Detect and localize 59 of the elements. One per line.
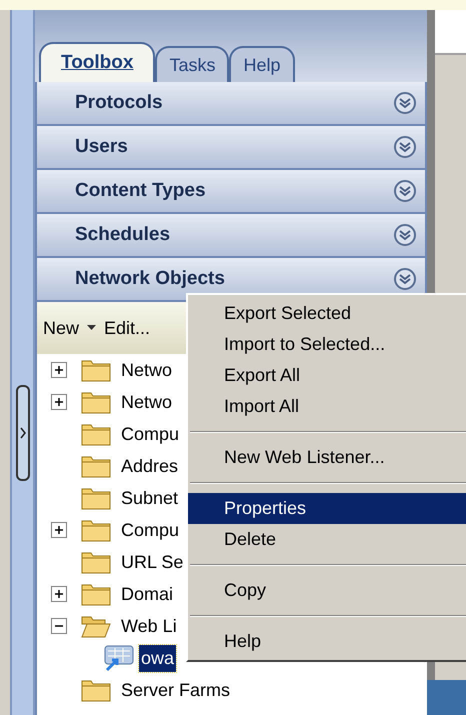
tab[interactable]: Toolbox [39,42,156,82]
section-title: Content Types [75,178,206,203]
tree-item[interactable]: Netwo [119,388,174,416]
menu-item[interactable]: Import to Selected... [188,329,466,360]
folder-icon [81,358,111,382]
tree-item[interactable]: URL Se [119,548,186,576]
expand-chevron-icon[interactable] [393,267,417,291]
menu-item[interactable]: Properties [188,493,466,524]
expand-chevron-icon[interactable] [393,135,417,159]
chevron-right-icon [20,427,26,439]
expand-box-icon[interactable] [51,394,67,410]
tree-item[interactable]: Netwo [119,356,174,384]
tree-item[interactable]: Addres [119,452,180,480]
folder-icon [81,422,111,446]
menu-item[interactable]: Delete [188,524,466,555]
details-header [435,10,466,55]
collapse-box-icon[interactable] [51,618,67,634]
menu-item[interactable]: Import All [188,391,466,422]
section-title: Protocols [75,90,163,115]
open-folder-icon [81,614,111,638]
expand-chevron-icon[interactable] [393,223,417,247]
tab[interactable]: Help [229,46,295,82]
section-title: Schedules [75,222,170,247]
edit-button[interactable]: Edit... [104,314,150,342]
folder-icon [81,454,111,478]
tree-item[interactable]: Domai [119,580,176,608]
section-header[interactable]: Content Types [37,170,425,214]
section-header[interactable]: Protocols [37,82,425,126]
section-title: Users [75,134,128,159]
tree-item[interactable]: Web Li [119,612,179,640]
section-header[interactable]: Schedules [37,214,425,258]
new-menu-button[interactable]: New [43,314,80,342]
panel-grip-handle[interactable] [16,385,30,481]
folder-icon [81,390,111,414]
folder-icon [81,486,111,510]
expand-chevron-icon[interactable] [393,179,417,203]
section-header[interactable]: Users [37,126,425,170]
dropdown-caret-icon[interactable] [87,325,96,331]
web-listener-icon [103,644,135,672]
menu-item[interactable]: New Web Listener... [188,442,466,473]
tree-item[interactable]: Compu [119,516,182,544]
folder-icon [81,518,111,542]
expand-box-icon[interactable] [51,362,67,378]
tree-item[interactable]: Compu [119,420,182,448]
section-title: Network Objects [75,266,225,291]
folder-icon [81,582,111,606]
folder-icon [81,550,111,574]
expand-chevron-icon[interactable] [393,91,417,115]
expand-box-icon[interactable] [51,522,67,538]
folder-icon [81,678,111,702]
desktop-strip [427,680,466,715]
menu-item[interactable]: Copy [188,575,466,606]
tree-item[interactable]: Subnet [119,484,180,512]
tab[interactable]: Tasks [155,46,230,82]
menu-item[interactable]: Help [188,626,466,657]
tree-item[interactable]: Server Farms [119,676,232,704]
expand-box-icon[interactable] [51,586,67,602]
tree-item[interactable]: owa [139,644,176,672]
menu-item[interactable]: Export All [188,360,466,391]
